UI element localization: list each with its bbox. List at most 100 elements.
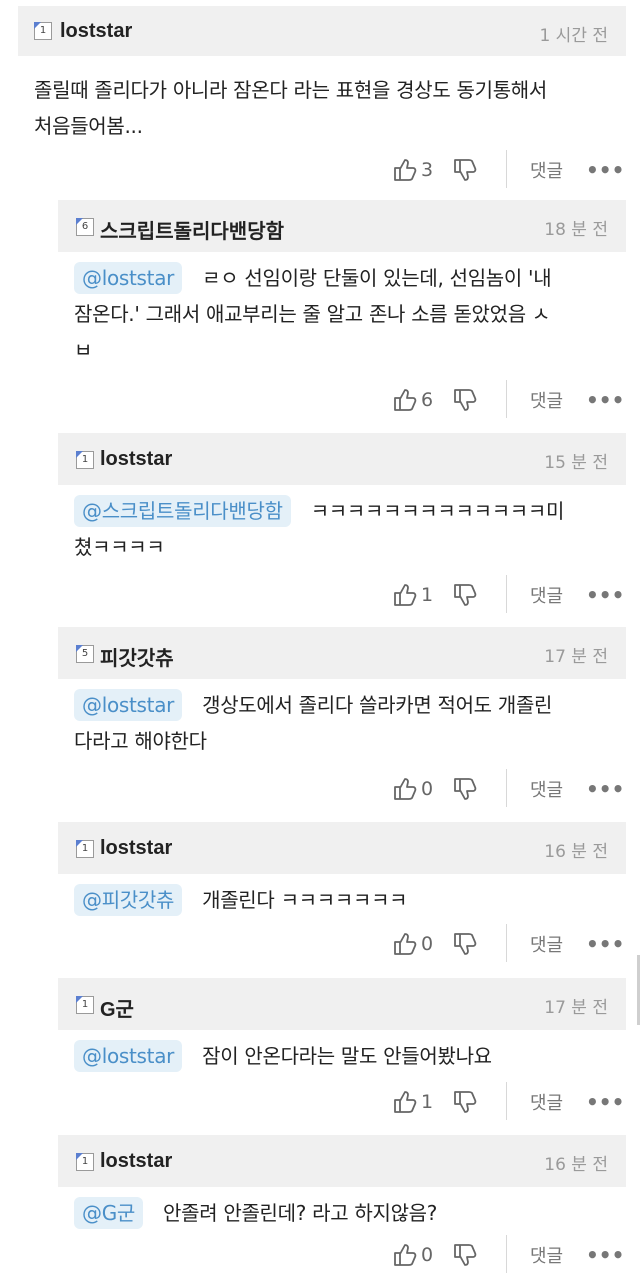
comment-text-line: 잠온다.' 그래서 애교부리는 줄 알고 존나 소름 돋았었음 ㅅ <box>74 302 551 326</box>
username[interactable]: loststar <box>100 448 172 471</box>
username[interactable]: loststar <box>60 20 132 43</box>
divider <box>506 1235 507 1273</box>
timestamp: 16 분 전 <box>544 1155 608 1175</box>
more-icon: ••• <box>586 388 625 412</box>
thumbs-down-icon <box>454 1244 477 1266</box>
comment-actions: 1 댓글 ••• <box>380 575 640 615</box>
more-options-button[interactable]: ••• <box>586 924 624 964</box>
divider <box>506 1082 507 1120</box>
comment-actions: 1 댓글 ••• <box>380 1082 640 1122</box>
thumbs-down-icon <box>454 778 477 800</box>
like-button[interactable]: 3 <box>392 150 433 190</box>
comment-text-line: 처음들어봄... <box>34 114 143 138</box>
thumbs-down-icon <box>454 1091 477 1113</box>
comment-actions: 0 댓글 ••• <box>380 769 640 809</box>
dislike-button[interactable] <box>452 1082 478 1122</box>
mention-tag[interactable]: @loststar <box>74 1040 183 1072</box>
reply-button[interactable]: 댓글 <box>530 150 563 190</box>
like-count: 0 <box>421 933 434 955</box>
reply-comment: 1 loststar 16 분 전 @피갓갓츄 개졸린다 ㅋㅋㅋㅋㅋㅋㅋ 0 댓글… <box>58 822 626 968</box>
more-icon: ••• <box>586 1243 625 1267</box>
dislike-button[interactable] <box>452 769 478 809</box>
mention-tag[interactable]: @loststar <box>74 689 183 721</box>
divider <box>506 769 507 807</box>
dislike-button[interactable] <box>452 150 478 190</box>
comment-actions: 3 댓글 ••• <box>380 150 640 190</box>
reply-label: 댓글 <box>530 161 564 182</box>
reply-label: 댓글 <box>530 1246 564 1267</box>
timestamp: 1 시간 전 <box>539 26 608 46</box>
like-button[interactable]: 0 <box>392 924 433 964</box>
reply-comment: 1 G군 17 분 전 @loststar 잠이 안온다라는 말도 안들어봤나요 … <box>58 978 626 1124</box>
like-button[interactable]: 1 <box>392 575 433 615</box>
like-count: 1 <box>421 1091 434 1113</box>
more-options-button[interactable]: ••• <box>586 380 624 420</box>
thumbs-down-icon <box>454 159 477 181</box>
dislike-button[interactable] <box>452 924 478 964</box>
like-button[interactable]: 6 <box>392 380 433 420</box>
more-options-button[interactable]: ••• <box>586 150 624 190</box>
timestamp: 17 분 전 <box>544 647 608 667</box>
reply-comment: 6 스크립트돌리다밴당함 18 분 전 @loststar ㄹㅇ 선임이랑 단둘이… <box>58 200 626 422</box>
reply-comment: 1 loststar 15 분 전 @스크립트돌리다밴당함 ㅋㅋㅋㅋㅋㅋㅋㅋㅋㅋㅋ… <box>58 433 626 617</box>
like-button[interactable]: 0 <box>392 1235 433 1275</box>
comment-body: @loststar ㄹㅇ 선임이랑 단둘이 있는데, 선임놈이 '내 잠온다.' … <box>74 260 626 368</box>
more-icon: ••• <box>586 777 625 801</box>
comment-text-line: ㄹㅇ 선임이랑 단둘이 있는데, 선임놈이 '내 <box>202 266 552 290</box>
mention-tag[interactable]: @피갓갓츄 <box>74 884 183 916</box>
level-badge: 6 <box>76 218 94 236</box>
more-icon: ••• <box>586 158 625 182</box>
like-button[interactable]: 1 <box>392 1082 433 1122</box>
reply-button[interactable]: 댓글 <box>530 769 563 809</box>
reply-button[interactable]: 댓글 <box>530 924 563 964</box>
like-button[interactable]: 0 <box>392 769 433 809</box>
comment-body: 졸릴때 졸리다가 아니라 잠온다 라는 표현을 경상도 동기통해서 처음들어봄.… <box>34 72 624 144</box>
comment-text-line: 쳤ㅋㅋㅋㅋ <box>74 535 165 559</box>
mention-tag[interactable]: @G군 <box>74 1197 143 1229</box>
reply-button[interactable]: 댓글 <box>530 1082 563 1122</box>
like-count: 1 <box>421 584 434 606</box>
thumbs-up-icon <box>394 933 417 955</box>
comment-text-line: 갱상도에서 졸리다 쓸라카면 적어도 개졸린 <box>202 693 553 717</box>
mention-tag[interactable]: @loststar <box>74 262 183 294</box>
username[interactable]: G군 <box>100 993 134 1022</box>
username[interactable]: 피갓갓츄 <box>100 642 174 671</box>
mention-tag[interactable]: @스크립트돌리다밴당함 <box>74 495 291 527</box>
dislike-button[interactable] <box>452 1235 478 1275</box>
like-count: 0 <box>421 1244 434 1266</box>
comment-header: 1 loststar 16 분 전 <box>58 1135 626 1187</box>
thumbs-up-icon <box>394 159 417 181</box>
more-options-button[interactable]: ••• <box>586 1082 624 1122</box>
comment-text-line: ㅂ <box>74 338 93 362</box>
more-options-button[interactable]: ••• <box>586 769 624 809</box>
timestamp: 17 분 전 <box>544 998 608 1018</box>
level-badge: 1 <box>76 1153 94 1171</box>
dislike-button[interactable] <box>452 380 478 420</box>
comment-text-line: 개졸린다 ㅋㅋㅋㅋㅋㅋㅋ <box>202 888 408 912</box>
username[interactable]: loststar <box>100 837 172 860</box>
level-badge: 1 <box>76 451 94 469</box>
thumbs-up-icon <box>394 584 417 606</box>
reply-button[interactable]: 댓글 <box>530 1235 563 1275</box>
comment-header: 1 loststar 15 분 전 <box>58 433 626 485</box>
more-options-button[interactable]: ••• <box>586 575 624 615</box>
more-icon: ••• <box>586 1090 625 1114</box>
comment-header: 1 loststar 16 분 전 <box>58 822 626 874</box>
comment-actions: 0 댓글 ••• <box>380 1235 640 1275</box>
comment-header: 1 G군 17 분 전 <box>58 978 626 1030</box>
reply-comment: 5 피갓갓츄 17 분 전 @loststar 갱상도에서 졸리다 쓸라카면 적어… <box>58 627 626 811</box>
comment-actions: 0 댓글 ••• <box>380 924 640 964</box>
more-icon: ••• <box>586 583 625 607</box>
timestamp: 15 분 전 <box>544 453 608 473</box>
divider <box>506 575 507 613</box>
dislike-button[interactable] <box>452 575 478 615</box>
comment-text-line: 졸릴때 졸리다가 아니라 잠온다 라는 표현을 경상도 동기통해서 <box>34 78 548 102</box>
timestamp: 16 분 전 <box>544 842 608 862</box>
like-count: 0 <box>421 778 434 800</box>
reply-button[interactable]: 댓글 <box>530 380 563 420</box>
more-options-button[interactable]: ••• <box>586 1235 624 1275</box>
username[interactable]: loststar <box>100 1150 172 1173</box>
username[interactable]: 스크립트돌리다밴당함 <box>100 215 284 244</box>
reply-button[interactable]: 댓글 <box>530 575 563 615</box>
comment-header: 1 loststar 1 시간 전 <box>18 6 626 56</box>
